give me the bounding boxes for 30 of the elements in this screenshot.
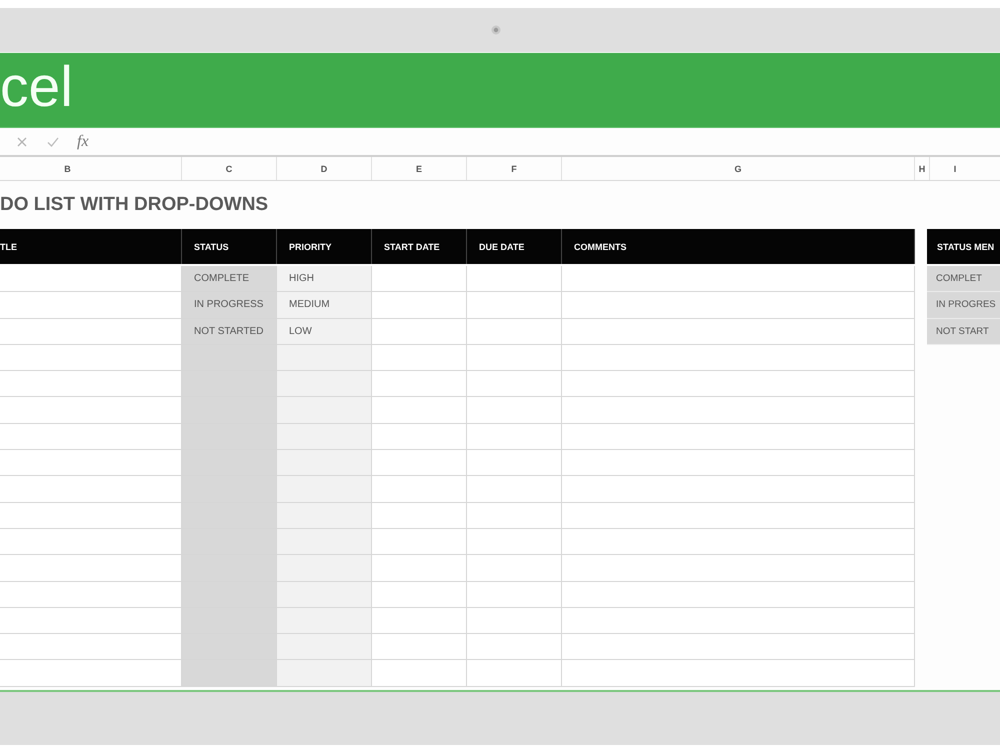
priority-cell: MEDIUM bbox=[277, 292, 372, 319]
status-cell: IN PROGRESS bbox=[182, 292, 277, 319]
status-menu-item[interactable]: IN PROGRES bbox=[927, 292, 1000, 319]
priority-cell: HIGH bbox=[277, 266, 372, 292]
header-cell: COMMENTS bbox=[562, 229, 915, 264]
cancel-icon[interactable] bbox=[17, 136, 27, 146]
header-cell: START DATE bbox=[372, 229, 467, 264]
check-icon[interactable] bbox=[47, 136, 59, 146]
column-header[interactable]: F bbox=[467, 157, 562, 180]
status-cell: COMPLETE bbox=[182, 266, 277, 292]
sheet-title: DO LIST WITH DROP-DOWNS bbox=[0, 194, 268, 216]
column-header[interactable]: I bbox=[930, 157, 1000, 180]
column-header[interactable]: H bbox=[915, 157, 930, 180]
header-cell: STATUS bbox=[182, 229, 277, 264]
column-header[interactable]: G bbox=[562, 157, 915, 180]
column-header[interactable]: B bbox=[0, 157, 182, 180]
function-button[interactable]: fx bbox=[77, 134, 89, 150]
app-title: cel bbox=[0, 58, 73, 116]
priority-cell: LOW bbox=[277, 318, 372, 345]
camera-icon bbox=[491, 25, 501, 35]
header-cell: STATUS MEN bbox=[927, 229, 1000, 264]
header-cell: DUE DATE bbox=[467, 229, 562, 264]
column-header[interactable]: E bbox=[372, 157, 467, 180]
status-cell: NOT STARTED bbox=[182, 318, 277, 345]
status-menu-item[interactable]: COMPLET bbox=[927, 266, 1000, 292]
column-header[interactable]: D bbox=[277, 157, 372, 180]
header-cell: PRIORITY bbox=[277, 229, 372, 264]
status-menu-item[interactable]: NOT START bbox=[927, 318, 1000, 345]
column-header[interactable]: C bbox=[182, 157, 277, 180]
header-cell: TLE bbox=[0, 229, 182, 264]
